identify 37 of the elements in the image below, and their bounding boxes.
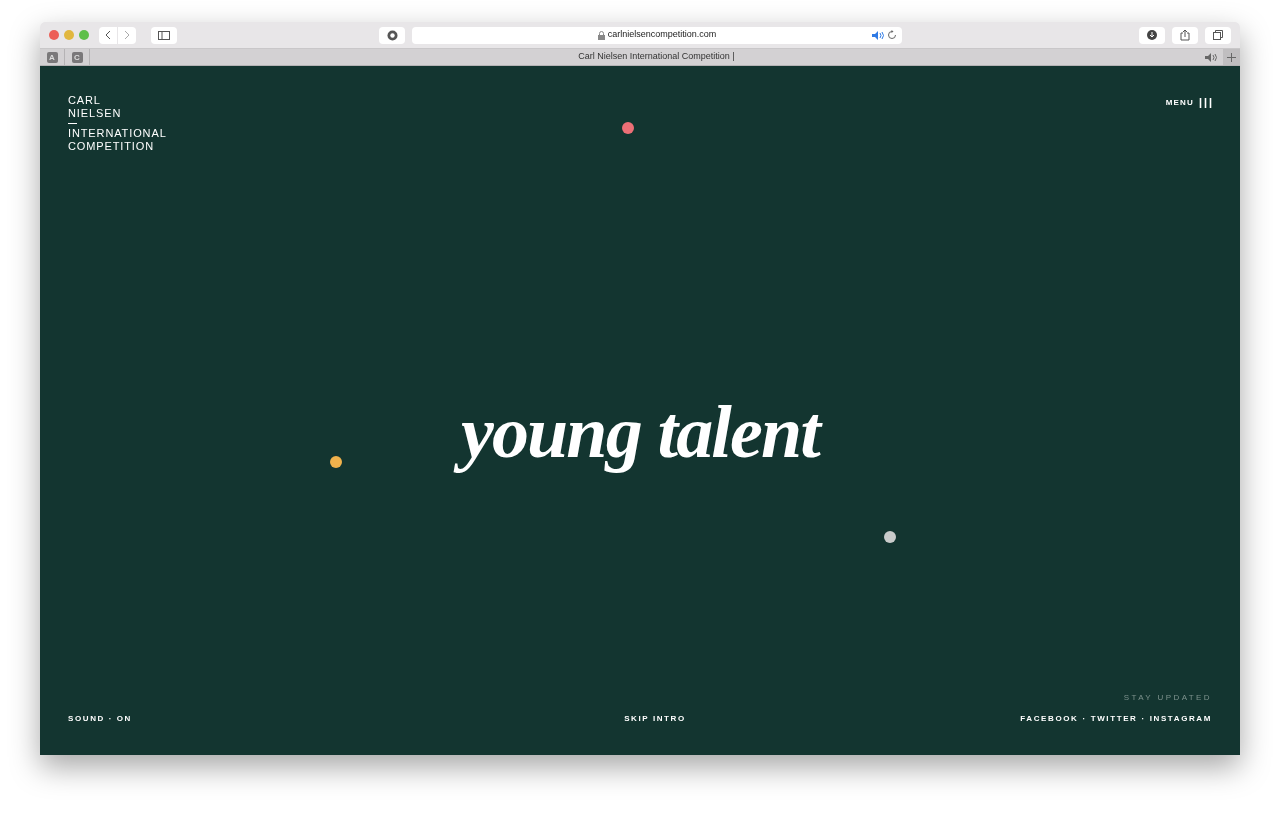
speaker-icon[interactable] [872, 30, 884, 40]
logo-text: COMPETITION [68, 140, 156, 153]
privacy-button[interactable] [379, 26, 405, 44]
headline: young talent [448, 384, 832, 481]
social-link[interactable]: TWITTER [1090, 713, 1138, 725]
tabs-button[interactable] [1205, 26, 1231, 44]
stay-updated-label: STAY UPDATED [1123, 692, 1212, 704]
sidebar-icon [158, 30, 170, 40]
logo[interactable]: CARL NIELSEN INTERNATIONAL COMPETITION [68, 94, 167, 153]
sound-toggle[interactable]: SOUND · ON [68, 714, 132, 723]
tabs-icon [1213, 30, 1223, 40]
back-icon [105, 30, 111, 40]
downloads-button[interactable] [1139, 26, 1165, 44]
social-link[interactable]: INSTAGRAM [1149, 713, 1212, 725]
sidebar-button[interactable] [151, 26, 177, 44]
speaker-icon[interactable] [1205, 53, 1217, 62]
share-icon [1180, 29, 1190, 41]
social-link[interactable]: FACEBOOK [1020, 713, 1079, 725]
menu-button[interactable]: MENU [1165, 97, 1212, 109]
download-icon [1147, 30, 1157, 40]
logo-text: NIELSEN [68, 107, 123, 120]
url-text: carlnielsencompetition.com [607, 28, 717, 42]
separator-text: · [1141, 713, 1146, 725]
address-bar[interactable]: carlnielsencompetition.com [412, 26, 902, 44]
reload-icon[interactable] [887, 29, 897, 40]
close-button[interactable] [49, 30, 59, 40]
share-button[interactable] [1172, 26, 1198, 44]
lock-icon [597, 30, 605, 40]
separator-text: · [1082, 713, 1087, 725]
logo-text: INTERNATIONAL [68, 127, 167, 140]
plus-icon [1227, 52, 1236, 62]
new-tab-button[interactable] [1223, 49, 1240, 65]
menu-icon [1199, 98, 1212, 108]
skip-intro-link[interactable]: SKIP INTRO [624, 713, 686, 725]
logo-text: CARL [68, 94, 102, 107]
back-button[interactable] [99, 26, 117, 44]
forward-icon [124, 30, 130, 40]
